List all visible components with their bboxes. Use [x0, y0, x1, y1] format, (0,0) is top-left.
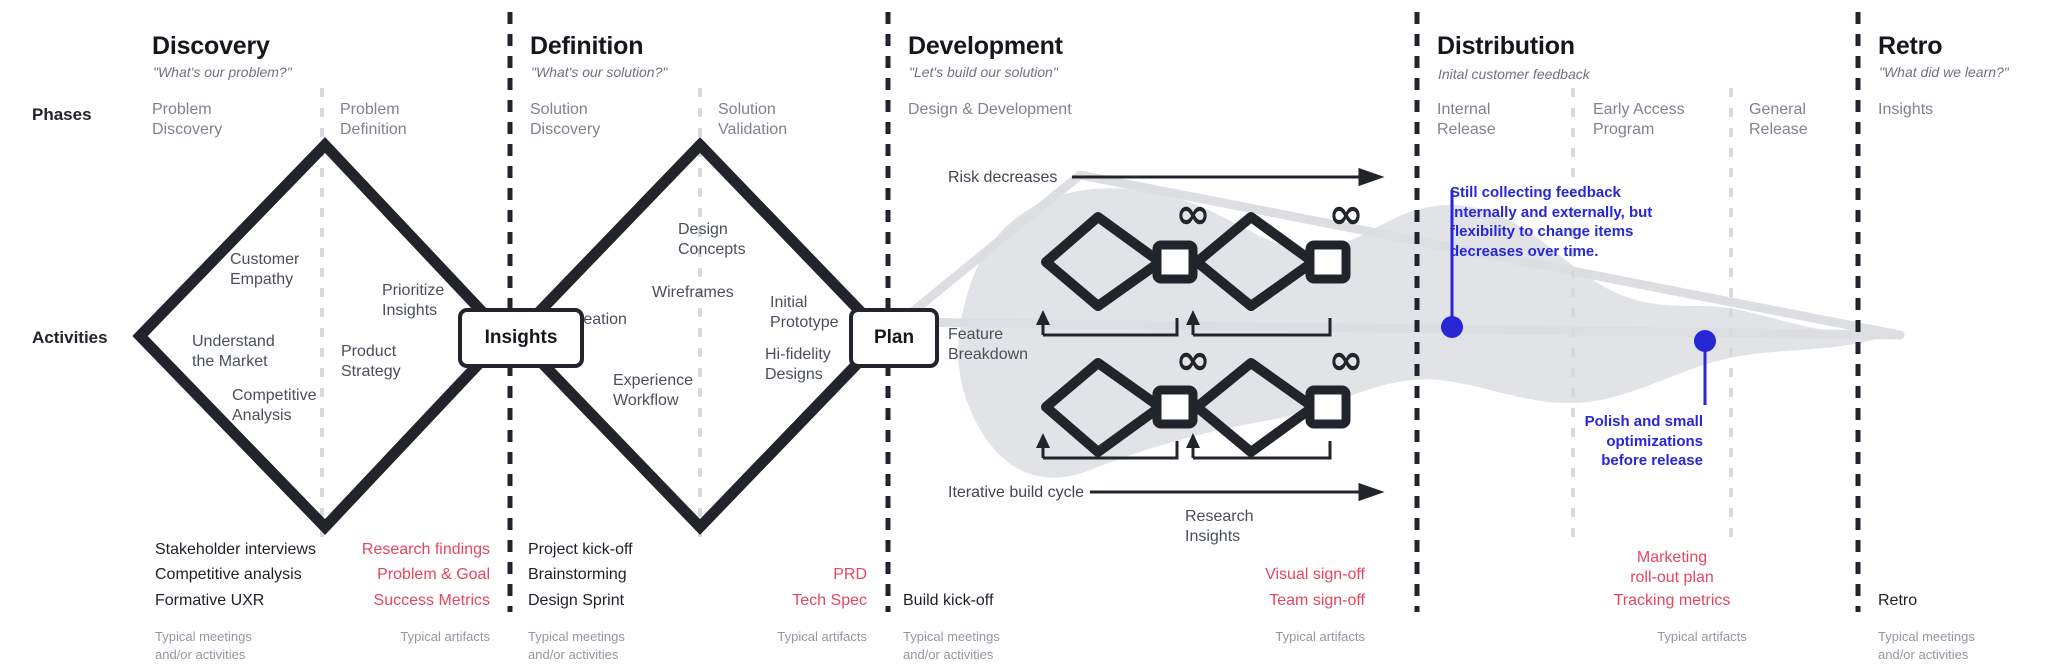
activity-understand-the-market: Understand the Market	[192, 333, 275, 371]
phase-subtitle-retro: "What did we learn?"	[1879, 64, 2009, 80]
annotation-polish: Polish and small optimizations before re…	[1584, 413, 1703, 469]
subphase-problem-definition: Problem Definition	[340, 101, 407, 139]
artifact-problem-and-goal: Problem & Goal	[377, 566, 490, 583]
activity-wireframes: Wireframes	[652, 284, 734, 301]
risk-decreases-arrow	[1072, 167, 1385, 187]
annotation-leader-polish	[1694, 330, 1716, 405]
gate-plan[interactable]: Plan	[849, 308, 939, 368]
artifact-team-signoff: Team sign-off	[1269, 592, 1365, 609]
activity-customer-empathy: Customer Empathy	[230, 251, 300, 289]
subphase-general-release: General Release	[1749, 101, 1808, 139]
artifact-success-metrics: Success Metrics	[373, 592, 490, 609]
artifact-research-findings: Research findings	[361, 541, 490, 558]
development-blob	[958, 188, 1880, 478]
activity-experience-workflow: Experience Workflow	[613, 372, 694, 410]
phase-title-retro: Retro	[1878, 32, 1943, 60]
artifact-prd: PRD	[833, 566, 867, 583]
subphase-solution-validation: Solution Validation	[718, 101, 788, 139]
caption-discovery-meetings: Typical meetings and/or activities	[155, 629, 252, 662]
phase-subtitle-discovery: "What's our problem?"	[153, 64, 292, 80]
artifact-tech-spec: Tech Spec	[792, 592, 867, 609]
activity-initial-prototype: Initial Prototype	[770, 294, 839, 332]
subphase-design-and-development: Design & Development	[908, 101, 1072, 118]
infinity-icon-2: ∞	[1329, 189, 1364, 238]
meeting-project-kickoff: Project kick-off	[528, 541, 633, 558]
subphase-insights: Insights	[1878, 101, 1934, 118]
caption-definition-artifacts: Typical artifacts	[777, 629, 867, 644]
flow-label-iterative-build-cycle: Iterative build cycle	[948, 484, 1085, 501]
dev-cell-2	[1186, 212, 1351, 337]
gate-plan-label: Plan	[873, 327, 915, 348]
infinity-icon-1: ∞	[1176, 189, 1211, 238]
subphase-problem-discovery: Problem Discovery	[152, 101, 223, 139]
activity-hi-fidelity-designs: Hi-fidelity Designs	[765, 346, 831, 384]
dev-cell-3	[1036, 358, 1198, 460]
subphase-solution-discovery: Solution Discovery	[530, 101, 601, 139]
activity-product-strategy: Product Strategy	[341, 343, 401, 381]
caption-development-meetings: Typical meetings and/or activities	[903, 629, 1000, 662]
caption-definition-meetings: Typical meetings and/or activities	[528, 629, 625, 662]
phase-title-distribution: Distribution	[1437, 32, 1575, 60]
artifact-tracking-metrics: Tracking metrics	[1613, 592, 1731, 609]
phase-subtitle-distribution: Inital customer feedback	[1438, 66, 1590, 82]
phase-subtitle-definition: "What's our solution?"	[531, 64, 668, 80]
activity-prioritize-insights: Prioritize Insights	[382, 282, 445, 320]
flow-label-risk-decreases: Risk decreases	[948, 169, 1058, 186]
activity-research-insights: Research Insights	[1185, 508, 1254, 546]
iterative-build-cycle-arrow	[1090, 482, 1385, 502]
caption-discovery-artifacts: Typical artifacts	[400, 629, 490, 644]
caption-distribution-artifacts: Typical artifacts	[1657, 629, 1747, 644]
meeting-build-kickoff: Build kick-off	[903, 592, 994, 609]
subphase-internal-release: Internal Release	[1437, 101, 1496, 139]
activity-design-concepts: Design Concepts	[678, 221, 746, 259]
row-label-activities: Activities	[32, 328, 108, 347]
phase-title-definition: Definition	[530, 32, 644, 60]
meeting-retro: Retro	[1878, 592, 1918, 609]
activity-competitive-analysis: Competitive Analysis	[232, 387, 317, 425]
subphase-early-access-program: Early Access Program	[1593, 101, 1685, 139]
annotation-feedback: Still collecting feedback internally and…	[1450, 184, 1653, 260]
phase-subtitle-development: "Let's build our solution"	[909, 64, 1058, 80]
caption-development-artifacts: Typical artifacts	[1275, 629, 1365, 644]
infinity-icon-3: ∞	[1176, 335, 1211, 384]
infinity-icon-4: ∞	[1329, 335, 1364, 384]
dev-cell-1	[1036, 212, 1198, 337]
gate-insights[interactable]: Insights	[458, 308, 584, 368]
dev-cell-4	[1186, 358, 1351, 460]
activity-feature-breakdown: Feature Breakdown	[948, 326, 1029, 364]
phase-title-development: Development	[908, 32, 1063, 60]
funnel-lines	[895, 170, 1905, 340]
gate-insights-label: Insights	[484, 327, 558, 348]
artifact-visual-signoff: Visual sign-off	[1265, 566, 1365, 583]
phase-title-discovery: Discovery	[152, 32, 270, 60]
caption-retro-meetings: Typical meetings and/or activities	[1878, 629, 1975, 662]
artifact-marketing-rollout-plan: Marketing roll-out plan	[1630, 549, 1714, 587]
row-label-phases: Phases	[32, 105, 92, 124]
double-diamond-process-diagram: ∞ ∞ ∞ ∞ Phases Activities Discovery "What's…	[0, 0, 2048, 666]
